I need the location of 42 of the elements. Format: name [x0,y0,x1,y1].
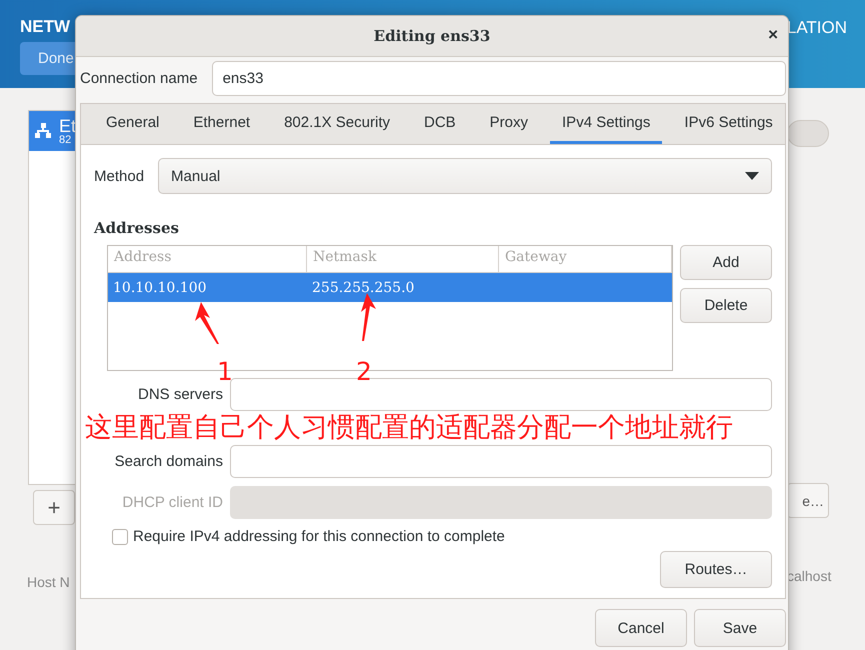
field-label: Search domains [114,453,223,470]
close-button[interactable]: × [766,25,780,45]
field-label: DHCP client ID [122,494,223,511]
action-button[interactable]: Delete [680,288,772,323]
routes-button[interactable]: Routes… [660,551,772,588]
table-cell: 10.10.10.100 [113,280,207,296]
host-name-label: Host N [27,574,71,590]
tab[interactable]: DCB [412,104,468,144]
annotation-text: 这里配置自己个人习惯配置的适配器分配一个地址就行 [85,414,733,441]
tab[interactable]: Ethernet [181,104,262,144]
action-button[interactable]: Add [680,245,772,280]
annotation-arrow [195,302,219,344]
window-title: Editing ens33 [374,27,490,45]
network-icon [35,123,51,139]
tab[interactable]: IPv4 Settings [550,104,662,144]
dialog-button[interactable]: Cancel [595,609,687,647]
table-row[interactable]: 10.10.10.100 255.255.255.0 [108,273,672,302]
checkbox-label: Require IPv4 addressing for this connection to complete [133,528,505,545]
tab[interactable]: 802.1X Security [272,104,402,144]
connection-name-field[interactable]: ens33 [212,61,786,96]
toggle-switch[interactable] [787,120,829,147]
annotation-arrow [361,293,376,341]
field-label: Method [94,168,144,184]
annotation-number: 1 [217,359,233,384]
page-title: NETW [20,17,70,37]
table-cell: 255.255.255.0 [312,280,414,296]
tab[interactable]: IPv6 Settings [672,104,785,144]
checkbox[interactable] [112,528,128,544]
tab[interactable]: Proxy [478,104,540,144]
input-field[interactable] [230,378,772,411]
caret-icon [745,172,759,180]
dialog-button[interactable]: Save [694,609,786,647]
method-dropdown[interactable]: Manual [158,158,772,194]
add-button[interactable]: + [33,490,75,525]
host-name-value: calhost [787,568,832,584]
annotation-number: 2 [356,359,372,384]
section-title: Addresses [94,219,180,237]
field-label: DNS servers [138,386,223,403]
input-field[interactable] [230,445,772,478]
connection-name: Et [59,116,76,134]
connection-detail: 82 [59,134,72,146]
configure-button[interactable]: e… [787,483,829,518]
